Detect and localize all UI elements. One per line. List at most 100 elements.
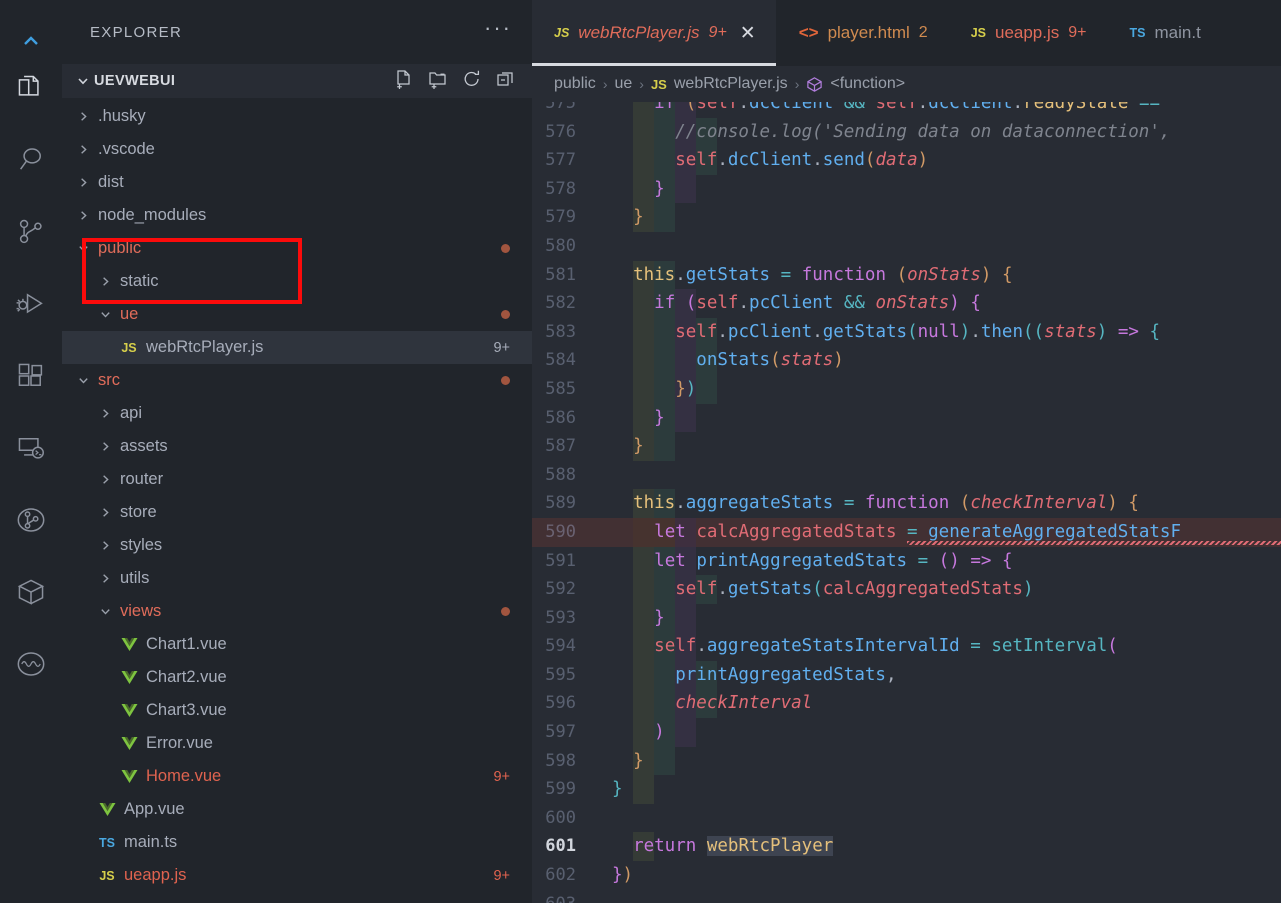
tree-item-node-modules[interactable]: node_modules [62,199,532,232]
chevron-down-icon[interactable] [72,242,94,255]
breadcrumb-item-public[interactable]: public [554,75,596,93]
code-line[interactable]: 591 let printAggregatedStats = () => { [532,546,1281,576]
editor-tab-ueapp-js[interactable]: JS ueapp.js 9+ [948,0,1108,66]
refresh-icon[interactable] [462,69,482,94]
tree-item-store[interactable]: store [62,496,532,529]
tree-item-views[interactable]: views [62,595,532,628]
tree-item-ueapp-js[interactable]: JS ueapp.js 9+ [62,859,532,892]
chevron-right-icon[interactable] [94,539,116,552]
code-line[interactable]: 585 }) [532,374,1281,404]
tree-item-main-ts[interactable]: TS main.ts [62,826,532,859]
tree-item-assets[interactable]: assets [62,430,532,463]
chevron-down-icon[interactable] [94,308,116,321]
tree-item-chart2-vue[interactable]: Chart2.vue [62,661,532,694]
breadcrumb-item-symbol[interactable]: <function> [830,75,905,93]
tree-item-ue[interactable]: ue [62,298,532,331]
code-line[interactable]: 580 [532,232,1281,261]
new-folder-icon[interactable] [428,69,448,94]
line-text: } [654,178,665,199]
code-line[interactable]: 586 } [532,403,1281,433]
chevron-right-icon[interactable] [94,440,116,453]
activity-item-remote-explorer[interactable] [0,412,62,484]
chevron-right-icon[interactable] [72,209,94,222]
code-line[interactable]: 575 if (self.dcClient && self.dcClient.r… [532,102,1281,118]
code-line[interactable]: 597 ) [532,718,1281,747]
more-actions-button[interactable]: ··· [484,17,512,41]
code-line[interactable]: 593 } [532,603,1281,633]
code-line[interactable]: 577 self.dcClient.send(data) [532,146,1281,175]
activity-item-explorer[interactable] [0,52,62,124]
tree-item-src[interactable]: src [62,364,532,397]
code-line[interactable]: 590 let calcAggregatedStats = generateAg… [532,517,1281,547]
tree-item-app-vue[interactable]: App.vue [62,793,532,826]
activity-item-gitlens[interactable] [0,484,62,556]
chevron-right-icon[interactable] [72,176,94,189]
close-icon[interactable]: ✕ [740,22,756,45]
code-editor[interactable]: 575 if (self.dcClient && self.dcClient.r… [532,102,1281,903]
tree-item-error-vue[interactable]: Error.vue [62,727,532,760]
code-line[interactable]: 598 } [532,746,1281,776]
tree-item-chart3-vue[interactable]: Chart3.vue [62,694,532,727]
tree-item-utils[interactable]: utils [62,562,532,595]
code-line[interactable]: 600 [532,804,1281,833]
tree-item--vscode[interactable]: .vscode [62,133,532,166]
tree-item-api[interactable]: api [62,397,532,430]
activity-item-wavy-circle[interactable] [0,628,62,700]
editor-tab-webrtcplayer-js[interactable]: JS webRtcPlayer.js 9+ ✕ [532,0,777,66]
collapse-all-icon[interactable] [496,69,516,94]
chevron-right-icon[interactable] [94,572,116,585]
tree-item-webrtcplayer-js[interactable]: JS webRtcPlayer.js 9+ [62,331,532,364]
editor-tab-player-html[interactable]: <> player.html 2 [776,0,949,66]
breadcrumb-item-file[interactable]: webRtcPlayer.js [674,75,788,93]
workspace-root-row[interactable]: UEVWEBUI [62,64,532,98]
activity-item-search[interactable] [0,124,62,196]
chevron-right-icon[interactable] [94,473,116,486]
code-line[interactable]: 595 printAggregatedStats, [532,660,1281,690]
chevron-right-icon[interactable] [72,110,94,123]
code-line[interactable]: 579 } [532,203,1281,232]
chevron-right-icon[interactable] [94,407,116,420]
code-line[interactable]: 582 if (self.pcClient && onStats) { [532,289,1281,318]
chevron-down-icon[interactable] [72,374,94,387]
chevron-right-icon[interactable] [94,506,116,519]
tree-item-home-vue[interactable]: Home.vue 9+ [62,760,532,793]
tree-item-router[interactable]: router [62,463,532,496]
code-line[interactable]: 583 self.pcClient.getStats(null).then((s… [532,317,1281,347]
code-line[interactable]: 588 [532,461,1281,490]
editor-tab-main-t[interactable]: TS main.t [1107,0,1222,66]
code-line[interactable]: 589 this.aggregateStats = function (chec… [532,489,1281,518]
tree-item--husky[interactable]: .husky [62,100,532,133]
tree-item-dist[interactable]: dist [62,166,532,199]
line-text: this.aggregateStats = function (checkInt… [633,493,1139,514]
chevron-right-icon[interactable] [94,275,116,288]
code-line[interactable]: 584 onStats(stats) [532,346,1281,375]
line-text: return webRtcPlayer [633,836,834,857]
line-text: checkInterval [675,693,813,714]
tree-item-static[interactable]: static [62,265,532,298]
root-actions [394,69,516,94]
code-line[interactable]: 594 self.aggregateStatsIntervalId = setI… [532,632,1281,661]
tree-item-chart1-vue[interactable]: Chart1.vue [62,628,532,661]
line-content: ) [594,718,1281,747]
breadcrumb-item-ue[interactable]: ue [614,75,632,93]
code-line[interactable]: 602}) [532,861,1281,890]
code-line[interactable]: 578 } [532,174,1281,204]
chevron-down-icon[interactable] [94,605,116,618]
tree-item-styles[interactable]: styles [62,529,532,562]
new-file-icon[interactable] [394,69,414,94]
tree-item-public[interactable]: public [62,232,532,265]
code-line[interactable]: 599} [532,775,1281,804]
code-line[interactable]: 603 [532,890,1281,903]
code-line[interactable]: 592 self.getStats(calcAggregatedStats) [532,575,1281,604]
activity-item-run-and-debug[interactable] [0,268,62,340]
code-line[interactable]: 581 this.getStats = function (onStats) { [532,260,1281,290]
activity-item-package-manager[interactable] [0,556,62,628]
activity-item-extensions[interactable] [0,340,62,412]
chevron-right-icon[interactable] [72,143,94,156]
code-line[interactable]: 576 //console.log('Sending data on datac… [532,117,1281,147]
activity-item-source-control[interactable] [0,196,62,268]
code-line[interactable]: 596 checkInterval [532,689,1281,719]
code-lines[interactable]: 575 if (self.dcClient && self.dcClient.r… [532,102,1281,903]
code-line[interactable]: 601 return webRtcPlayer [532,832,1281,862]
code-line[interactable]: 587 } [532,432,1281,461]
